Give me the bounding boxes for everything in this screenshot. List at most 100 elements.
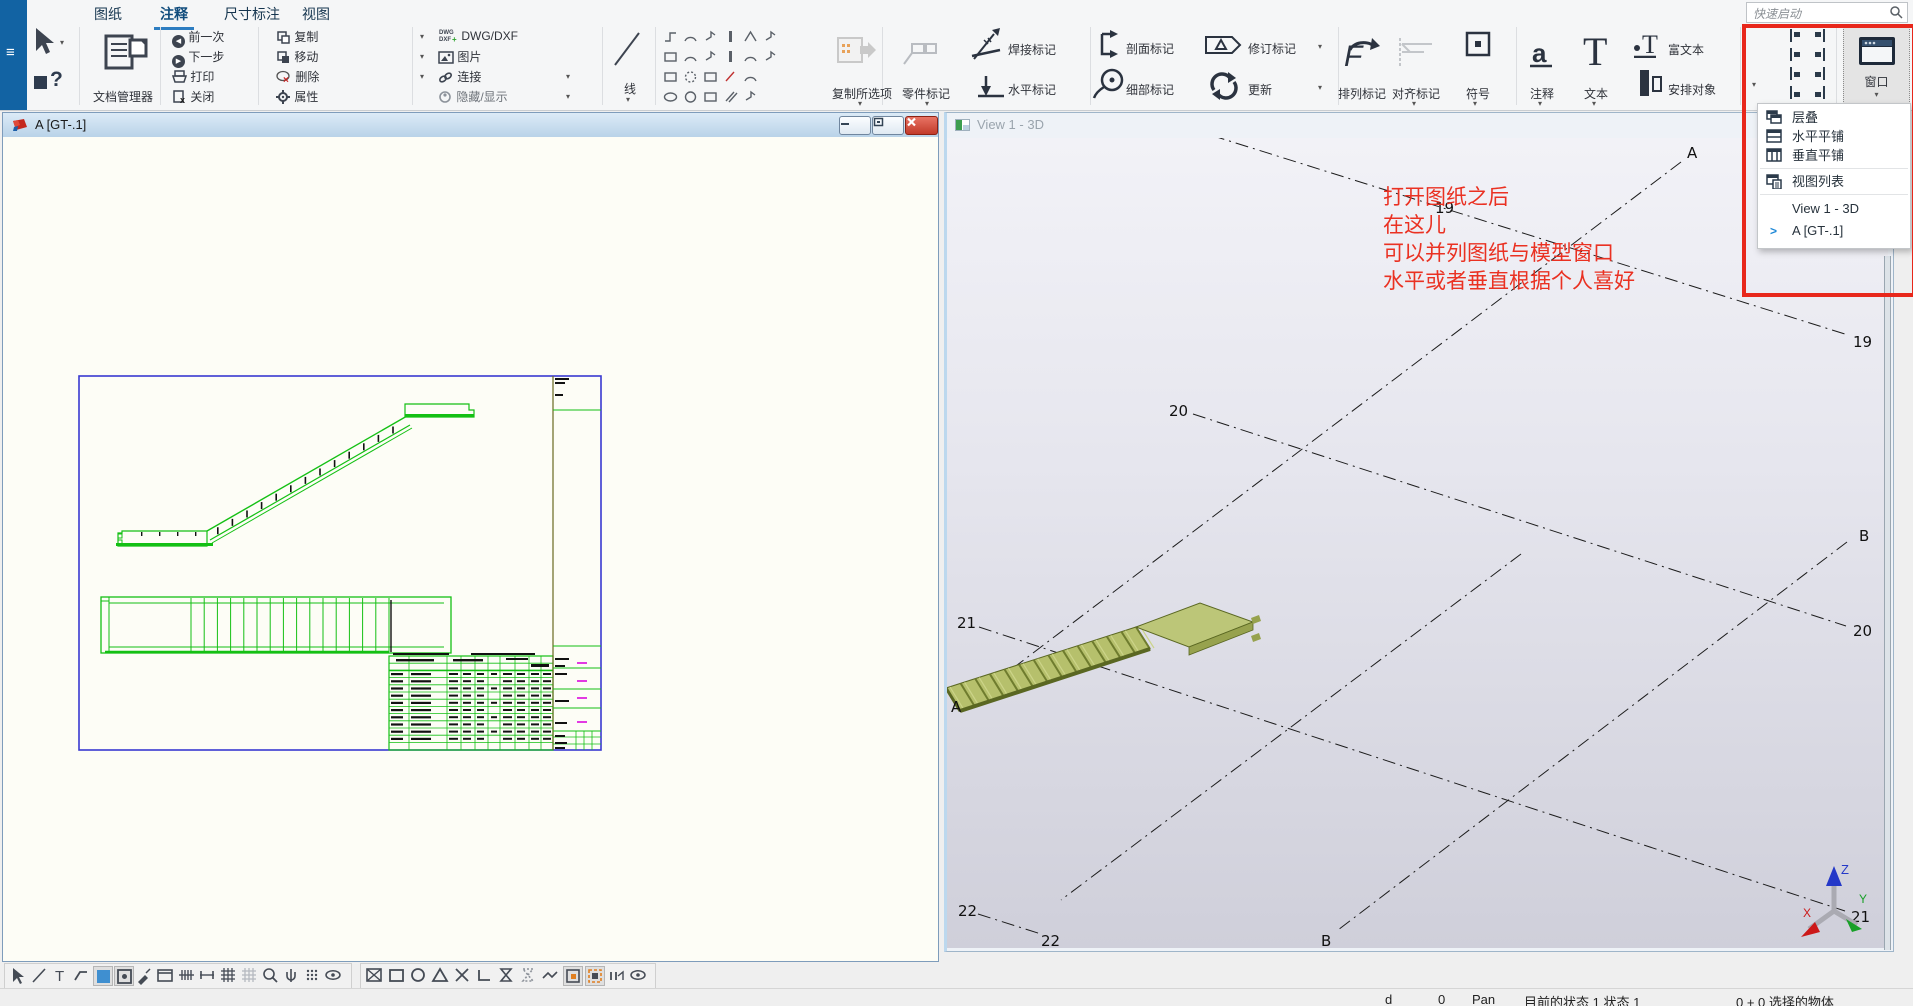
corner-rect-icon[interactable]	[702, 68, 719, 85]
plane-icon[interactable]	[702, 48, 719, 65]
axis-mark-icon[interactable]	[742, 88, 759, 105]
arc-icon[interactable]	[682, 28, 699, 45]
area-rect-icon[interactable]	[387, 966, 407, 986]
menu-item-view-list[interactable]: 视图列表	[1758, 172, 1910, 191]
help-button[interactable]: ?	[50, 68, 63, 92]
parallel-icon[interactable]	[722, 88, 739, 105]
area-x-icon[interactable]	[365, 966, 385, 986]
stair-landing[interactable]	[1136, 603, 1253, 647]
align-marks-button[interactable]	[1394, 36, 1436, 68]
elbow-icon[interactable]	[662, 28, 679, 45]
window-menu-button[interactable]: 窗口 ▾	[1843, 26, 1910, 104]
symbol-caret[interactable]: ▾	[1473, 99, 1477, 108]
select-cross-icon[interactable]	[453, 966, 473, 986]
select-marquee-orange-icon[interactable]	[585, 966, 605, 986]
visibility-eye-icon[interactable]	[324, 966, 344, 986]
model-window-titlebar[interactable]: View 1 - 3D	[947, 113, 1893, 137]
symbol-label[interactable]: 符号	[1466, 85, 1490, 102]
align-right-icon[interactable]	[1812, 47, 1827, 62]
distribute-icon[interactable]	[1788, 85, 1803, 100]
level-mark-button[interactable]	[976, 74, 1006, 100]
tick-bar-icon[interactable]	[722, 48, 739, 65]
part-mark-caret[interactable]: ▾	[925, 99, 929, 108]
fence-icon[interactable]	[177, 966, 197, 986]
select-circle-icon[interactable]	[409, 966, 429, 986]
tab-3[interactable]: 尺寸标注	[218, 2, 286, 27]
hide-show-button[interactable]: 隐藏/显示	[438, 88, 508, 106]
select-pair-icon[interactable]	[607, 966, 627, 986]
menu-item-cascade[interactable]: 层叠	[1758, 108, 1910, 127]
arrange-objects-button[interactable]	[1638, 68, 1666, 98]
center-v-icon[interactable]	[1812, 66, 1827, 81]
select-zigzag-icon[interactable]	[541, 966, 561, 986]
rich-text-button[interactable]: T	[1632, 30, 1666, 58]
properties-pane-icon[interactable]	[34, 76, 47, 89]
arc-dot-icon[interactable]	[682, 48, 699, 65]
order-icon[interactable]	[1812, 85, 1827, 100]
width-drag-icon[interactable]	[198, 966, 218, 986]
hide-show-caret[interactable]: ▾	[566, 92, 570, 101]
close-button[interactable]	[905, 116, 938, 135]
update-caret[interactable]: ▾	[1318, 83, 1322, 92]
poly-rect-icon[interactable]	[662, 68, 679, 85]
fork-icon[interactable]	[762, 28, 779, 45]
select-hourglass-icon[interactable]	[497, 966, 517, 986]
delete-button[interactable]: × 删除	[276, 68, 319, 86]
picture-caret[interactable]: ▾	[420, 52, 424, 61]
arrange-marks-button[interactable]: F	[1340, 34, 1380, 72]
select-dropdown-caret[interactable]: ▾	[60, 38, 64, 47]
grid-dark-icon[interactable]	[219, 966, 239, 986]
print-button[interactable]: 打印	[172, 68, 214, 86]
quick-launch-box[interactable]: 快速启动	[1746, 2, 1908, 23]
select-arrow-icon[interactable]	[9, 966, 29, 986]
text-button[interactable]: T	[1578, 32, 1612, 70]
dwg-dxf-button[interactable]: DWGDXF+ DWG/DXF	[438, 28, 518, 46]
stair-flight[interactable]	[947, 627, 1150, 711]
slash-red-icon[interactable]	[722, 68, 739, 85]
window-arrange-caret[interactable]: ▾	[1752, 80, 1756, 89]
line-tool-button[interactable]	[612, 30, 642, 68]
level-mark-label[interactable]: 水平标记	[1008, 81, 1056, 98]
dwg-caret[interactable]: ▾	[420, 32, 424, 41]
revision-mark-label[interactable]: 修订标记	[1248, 40, 1296, 57]
document-manager-button[interactable]	[100, 30, 152, 74]
weld-mark-button[interactable]	[970, 26, 1006, 62]
zoom-icon[interactable]	[261, 966, 281, 986]
link-caret[interactable]: ▾	[420, 72, 424, 81]
view-window-icon[interactable]	[156, 966, 176, 986]
copy-button[interactable]: 复制	[276, 28, 318, 46]
hook-icon[interactable]	[762, 48, 779, 65]
text-icon[interactable]: T	[51, 966, 71, 986]
select-corner-icon[interactable]	[475, 966, 495, 986]
text-caret[interactable]: ▾	[1592, 99, 1596, 108]
update-button[interactable]	[1208, 70, 1240, 102]
bar-icon[interactable]	[722, 28, 739, 45]
symbol-button[interactable]	[1464, 30, 1492, 58]
angle-icon[interactable]	[742, 28, 759, 45]
update-label[interactable]: 更新	[1248, 81, 1272, 98]
grid-light-icon[interactable]	[240, 966, 260, 986]
menu-item-view-3d[interactable]: View 1 - 3D	[1758, 198, 1910, 220]
circle-dash-icon[interactable]	[682, 68, 699, 85]
align-left-icon[interactable]	[1788, 28, 1803, 43]
rect-icon[interactable]	[662, 48, 679, 65]
align-caret[interactable]: ▾	[1412, 99, 1416, 108]
detail-mark-button[interactable]	[1092, 66, 1126, 100]
align-bottom-icon[interactable]	[1788, 47, 1803, 62]
ellipse-icon[interactable]	[662, 88, 679, 105]
center-h-icon[interactable]	[1788, 66, 1803, 81]
raster-circle-icon[interactable]	[303, 966, 323, 986]
search-icon[interactable]	[1890, 6, 1903, 19]
close-drawing-button[interactable]: x 关闭	[172, 88, 214, 106]
menu-item-drawing-view[interactable]: > A [GT-.1]	[1758, 220, 1910, 242]
revision-caret[interactable]: ▾	[1318, 42, 1322, 51]
tab-4[interactable]: 视图	[296, 2, 336, 27]
previous-button[interactable]: ◀ 前一次	[172, 28, 224, 46]
arrange-objects-label[interactable]: 安排对象	[1668, 81, 1716, 98]
arc-icon[interactable]	[742, 48, 759, 65]
copy-selected-button[interactable]	[836, 36, 878, 66]
link-more-caret[interactable]: ▾	[566, 72, 570, 81]
corner-rect-icon[interactable]	[702, 88, 719, 105]
color-fill-icon[interactable]	[93, 966, 113, 986]
next-button[interactable]: ▶ 下一步	[172, 48, 224, 66]
